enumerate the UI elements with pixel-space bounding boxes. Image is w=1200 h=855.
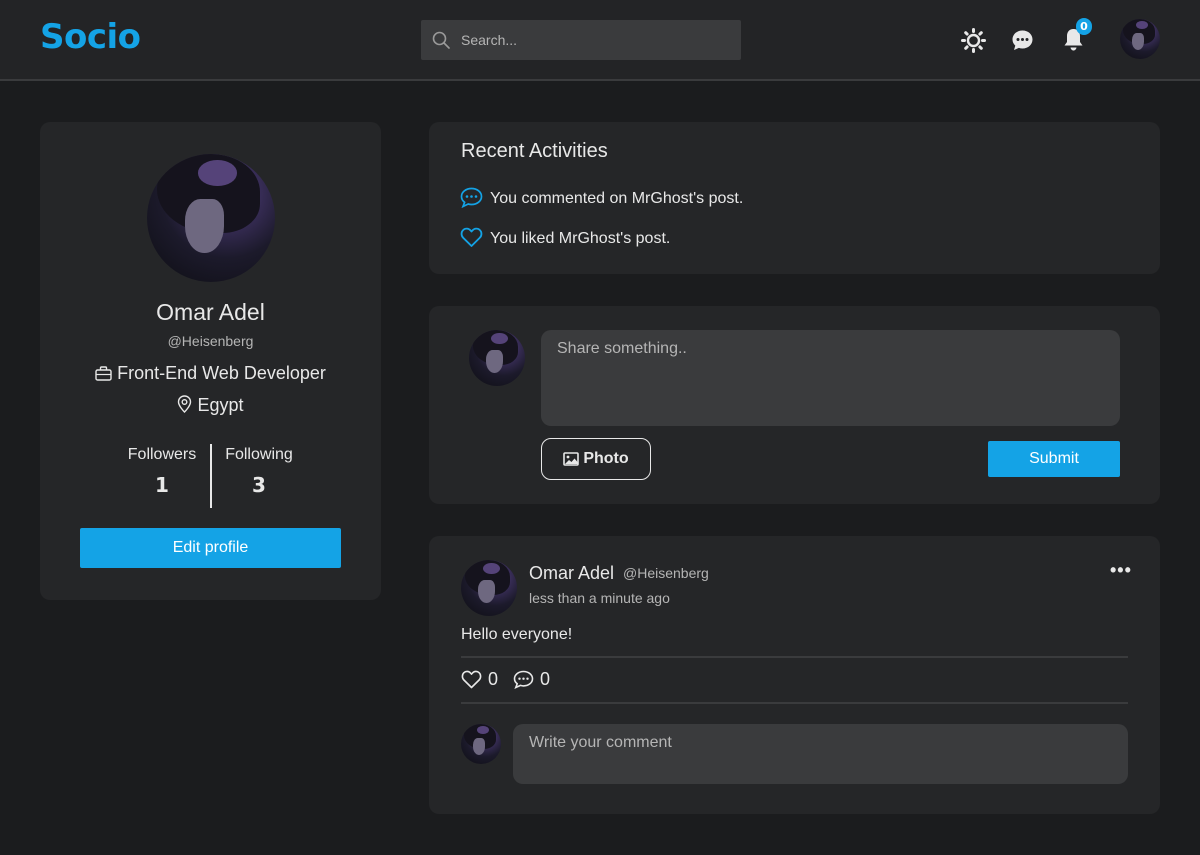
comment-button[interactable]: 0 [513, 669, 550, 690]
post-author-avatar[interactable] [461, 560, 517, 616]
photo-button-label: Photo [583, 450, 629, 467]
composer-avatar [469, 330, 525, 386]
commenter-avatar [461, 724, 501, 764]
post-options-icon[interactable]: ••• [1110, 560, 1132, 581]
profile-location: Egypt [40, 395, 381, 416]
search-icon [432, 31, 450, 49]
image-icon [563, 452, 580, 466]
activity-item: You liked MrGhost's post. [460, 227, 670, 248]
briefcase-icon [95, 366, 112, 381]
post-author-handle: @Heisenberg [623, 565, 709, 581]
comment-icon [513, 670, 534, 690]
profile-avatar [147, 154, 275, 282]
post-divider [461, 656, 1128, 658]
heart-icon [460, 227, 483, 247]
followers-count: 1 [155, 473, 169, 497]
search-bar[interactable] [421, 20, 741, 60]
top-navbar: Socio 0 [0, 0, 1200, 81]
location-pin-icon [178, 395, 192, 413]
like-count: 0 [488, 669, 499, 689]
share-textarea[interactable] [541, 330, 1120, 426]
activities-title: Recent Activities [461, 140, 608, 162]
profile-location-text: Egypt [197, 395, 244, 415]
sun-icon[interactable] [961, 28, 986, 53]
profile-handle: @Heisenberg [167, 333, 254, 349]
comment-input[interactable] [513, 724, 1128, 784]
post-timestamp: less than a minute ago [529, 590, 670, 606]
heart-icon [461, 670, 482, 689]
submit-button[interactable]: Submit [988, 441, 1120, 477]
like-button[interactable]: 0 [461, 669, 498, 690]
profile-name: Omar Adel [156, 299, 265, 325]
comment-count: 0 [540, 669, 551, 689]
activity-text: You commented on MrGhost's post. [490, 190, 744, 207]
followers-label: Followers [127, 446, 197, 463]
activity-item: You commented on MrGhost's post. [460, 187, 744, 209]
app-logo[interactable]: Socio [40, 17, 141, 57]
following-count: 3 [252, 473, 266, 497]
comment-icon [460, 187, 483, 209]
profile-job: Front-End Web Developer [40, 363, 381, 384]
post-author-name[interactable]: Omar Adel [529, 563, 614, 584]
followers-stat[interactable]: Followers 1 [112, 446, 212, 497]
photo-button[interactable]: Photo [541, 438, 651, 480]
profile-job-text: Front-End Web Developer [117, 363, 326, 383]
following-label: Following [225, 446, 293, 463]
user-avatar[interactable] [1120, 19, 1160, 59]
activity-text: You liked MrGhost's post. [490, 230, 671, 247]
search-input[interactable] [461, 20, 731, 60]
post-body: Hello everyone! [461, 626, 573, 643]
notification-badge: 0 [1076, 18, 1092, 35]
edit-profile-button[interactable]: Edit profile [80, 528, 341, 568]
chat-icon[interactable] [1011, 29, 1034, 52]
following-stat[interactable]: Following 3 [209, 446, 309, 497]
post-divider [461, 702, 1128, 704]
